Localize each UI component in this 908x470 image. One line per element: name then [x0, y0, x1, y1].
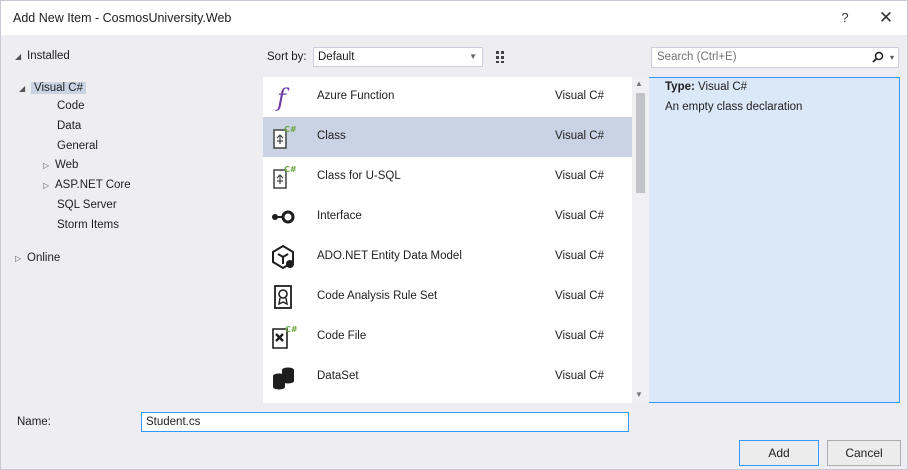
- dataset-icon: [273, 367, 294, 390]
- template-description: An empty class declaration: [665, 101, 803, 113]
- tree-node-label: Web: [55, 159, 79, 171]
- name-input-value: Student.cs: [146, 416, 201, 428]
- tree-node-installed[interactable]: ◢ Installed: [15, 47, 70, 65]
- code-file-icon: C#: [272, 325, 297, 349]
- list-item-selected[interactable]: C# Class Visual C#: [263, 117, 633, 157]
- template-language: Visual C#: [555, 290, 605, 302]
- search-icon[interactable]: [872, 51, 884, 63]
- template-language: Visual C#: [555, 250, 605, 262]
- template-list: f Azure Function Visual C# C# Class Visu…: [263, 77, 649, 403]
- cancel-button[interactable]: Cancel: [827, 440, 901, 466]
- title-bar: Add New Item - CosmosUniversity.Web ? ✕: [1, 1, 907, 35]
- search-options-caret-icon[interactable]: ▾: [890, 48, 894, 67]
- template-language: Visual C#: [555, 90, 605, 102]
- tree-node-label: Online: [27, 252, 61, 264]
- svg-text:C#: C#: [285, 325, 297, 334]
- tree-node-storm-items[interactable]: Storm Items: [57, 216, 119, 234]
- close-button[interactable]: ✕: [873, 7, 899, 29]
- template-name: ADO.NET Entity Data Model: [317, 250, 462, 262]
- scroll-up-arrow-icon[interactable]: ▲: [635, 79, 643, 88]
- tree-node-online[interactable]: ▷ Online: [15, 249, 60, 267]
- list-item[interactable]: ADO.NET Entity Data Model Visual C#: [263, 237, 633, 277]
- tree-node-general[interactable]: General: [57, 137, 98, 155]
- svg-text:f: f: [275, 84, 290, 111]
- template-name: Code Analysis Rule Set: [317, 290, 438, 302]
- list-item[interactable]: Interface Visual C#: [263, 197, 633, 237]
- tree-node-data[interactable]: Data: [57, 117, 81, 135]
- sort-by-dropdown[interactable]: Default ▼: [313, 47, 483, 67]
- list-item[interactable]: Code Analysis Rule Set Visual C#: [263, 277, 633, 317]
- azure-function-icon: f: [275, 84, 290, 111]
- type-value: Visual C#: [698, 81, 748, 93]
- tree-node-code[interactable]: Code: [57, 97, 85, 115]
- tree-node-sql-server[interactable]: SQL Server: [57, 196, 117, 214]
- scroll-down-arrow-icon[interactable]: ▼: [635, 390, 643, 399]
- search-input[interactable]: Search (Ctrl+E) ▾: [651, 47, 899, 68]
- template-category-tree: ◢ Installed ◢ Visual C# Code Data General …: [1, 35, 255, 401]
- tree-node-label: ASP.NET Core: [55, 179, 131, 191]
- sort-by-label: Sort by:: [267, 51, 307, 63]
- sort-by-value: Default: [318, 51, 355, 63]
- template-language: Visual C#: [555, 330, 605, 342]
- expanded-arrow-icon: ◢: [19, 84, 26, 93]
- svg-text:C#: C#: [284, 125, 297, 134]
- template-name: Class for U-SQL: [317, 170, 401, 182]
- rule-set-icon: [274, 285, 292, 309]
- template-language: Visual C#: [555, 370, 605, 382]
- name-input[interactable]: Student.cs: [141, 412, 629, 432]
- tree-node-label: Visual C#: [31, 82, 87, 94]
- name-label: Name:: [17, 416, 51, 428]
- list-item[interactable]: f Azure Function Visual C#: [263, 77, 633, 117]
- template-list-scrollbar[interactable]: ▲ ▼: [632, 77, 649, 403]
- template-language: Visual C#: [555, 170, 605, 182]
- dialog-title: Add New Item - CosmosUniversity.Web: [13, 11, 232, 25]
- search-placeholder: Search (Ctrl+E): [657, 51, 737, 63]
- class-usql-icon: C#: [273, 165, 297, 189]
- entity-model-icon: [272, 244, 294, 270]
- template-name: Class: [317, 130, 346, 142]
- add-button[interactable]: Add: [739, 440, 819, 466]
- expanded-arrow-icon: ◢: [15, 52, 22, 61]
- dropdown-arrow-icon: ▼: [469, 52, 477, 61]
- class-icon: C#: [273, 125, 297, 149]
- list-item[interactable]: C# Code File Visual C#: [263, 317, 633, 357]
- template-name: Azure Function: [317, 90, 395, 102]
- template-name: DataSet: [317, 370, 359, 382]
- template-language: Visual C#: [555, 130, 605, 142]
- scrollbar-thumb[interactable]: [636, 93, 645, 193]
- medium-icons-view-button[interactable]: [491, 47, 511, 67]
- list-item[interactable]: C# Class for U-SQL Visual C#: [263, 157, 633, 197]
- template-name: Interface: [317, 210, 362, 222]
- type-label: Type:: [665, 81, 695, 93]
- template-details-panel: Type: Visual C# An empty class declarati…: [665, 81, 905, 113]
- collapsed-arrow-icon: ▷: [15, 254, 22, 263]
- tree-node-aspnet-core[interactable]: ▷ ASP.NET Core: [43, 176, 131, 194]
- grid-view-icon: [496, 51, 504, 63]
- svg-text:C#: C#: [284, 165, 297, 174]
- collapsed-arrow-icon: ▷: [43, 181, 50, 190]
- collapsed-arrow-icon: ▷: [43, 161, 50, 170]
- tree-node-visual-csharp[interactable]: ◢ Visual C#: [19, 79, 87, 97]
- tree-node-web[interactable]: ▷ Web: [43, 156, 78, 174]
- template-language: Visual C#: [555, 210, 605, 222]
- template-name: Code File: [317, 330, 367, 342]
- interface-icon: [272, 210, 295, 224]
- list-item[interactable]: DataSet Visual C#: [263, 357, 633, 397]
- help-button[interactable]: ?: [833, 7, 857, 29]
- tree-node-label: Installed: [27, 50, 70, 62]
- type-line: Type: Visual C#: [665, 81, 905, 93]
- add-new-item-dialog: Add New Item - CosmosUniversity.Web ? ✕ …: [0, 0, 908, 470]
